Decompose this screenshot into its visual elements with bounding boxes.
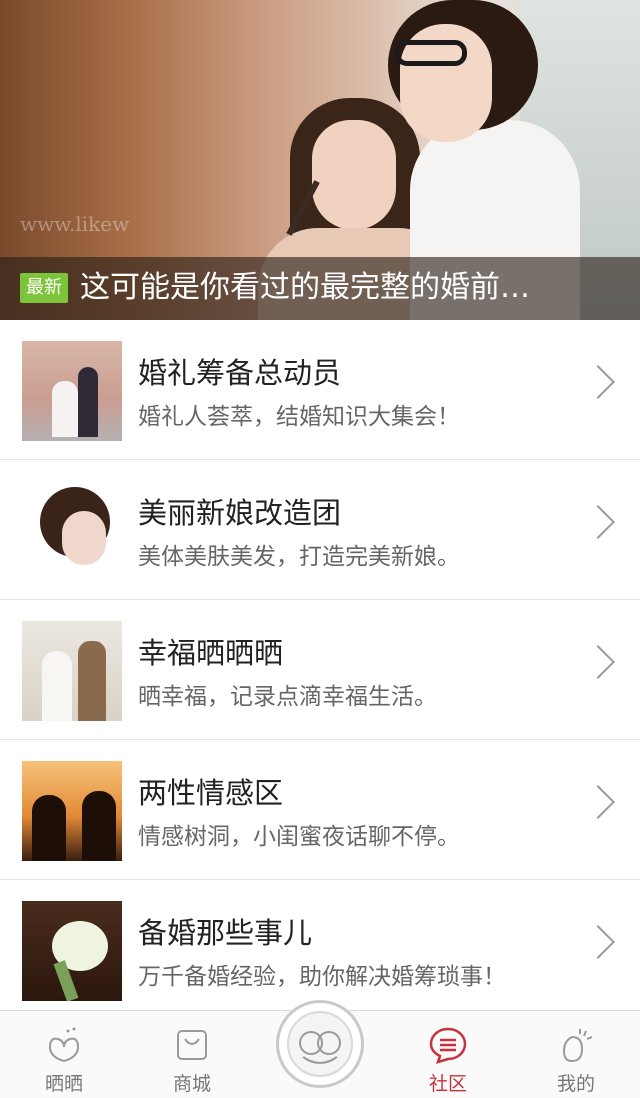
chat-bubble-icon: [429, 1027, 467, 1064]
list-item-desc: 万千备婚经验，助你解决婚筹琐事！: [138, 964, 506, 990]
thumbnail-sunset-couple: [22, 761, 122, 861]
tab-label: 我的: [556, 1073, 595, 1095]
chevron-right-icon: [581, 645, 615, 679]
list-item-wedding-prep[interactable]: 婚礼筹备总动员 婚礼人荟萃，结婚知识大集会！: [0, 320, 640, 460]
tab-label: 社区: [428, 1073, 467, 1095]
hero-banner[interactable]: www.likew 最新 这可能是你看过的最完整的婚前…: [0, 0, 640, 320]
chevron-right-icon: [581, 365, 615, 399]
banner-artist-glasses: [395, 40, 467, 66]
list-item-desc: 情感树洞，小闺蜜夜话聊不停。: [138, 824, 460, 850]
shopping-bag-icon: [177, 1030, 207, 1060]
list-item-title: 两性情感区: [138, 776, 284, 810]
list-item-desc: 婚礼人荟萃，结婚知识大集会！: [138, 404, 460, 430]
tab-community[interactable]: 社区: [384, 1011, 512, 1098]
list-item-bride-makeover[interactable]: 美丽新娘改造团 美体美肤美发，打造完美新娘。: [0, 460, 640, 600]
chevron-right-icon: [581, 925, 615, 959]
banner-bride-face: [312, 120, 396, 230]
list-item-relationships[interactable]: 两性情感区 情感树洞，小闺蜜夜话聊不停。: [0, 740, 640, 880]
center-logo-button[interactable]: [276, 1000, 364, 1088]
thumbnail-wedding-couple: [22, 341, 122, 441]
list-item-title: 备婚那些事儿: [138, 916, 313, 950]
tab-mine[interactable]: 我的: [512, 1011, 640, 1098]
banner-title[interactable]: 这可能是你看过的最完整的婚前…: [80, 266, 620, 310]
chevron-right-icon: [581, 505, 615, 539]
list-item-title: 美丽新娘改造团: [138, 496, 342, 530]
profile-icon: [562, 1029, 593, 1063]
banner-watermark: www.likew: [20, 212, 130, 236]
list-item-title: 幸福晒晒晒: [138, 636, 284, 670]
couple-logo-icon: [287, 1011, 353, 1077]
list-item-desc: 美体美肤美发，打造完美新娘。: [138, 544, 460, 570]
chevron-right-icon: [581, 785, 615, 819]
tab-shaishai[interactable]: 晒晒: [0, 1011, 128, 1098]
tab-label: 晒晒: [44, 1073, 83, 1095]
tab-mall[interactable]: 商城: [128, 1011, 256, 1098]
list-item-desc: 晒幸福，记录点滴幸福生活。: [138, 684, 437, 710]
thumbnail-bouquet: [22, 901, 122, 1001]
list-item-title: 婚礼筹备总动员: [138, 356, 342, 390]
new-badge: 最新: [20, 273, 68, 303]
list-item-happiness-share[interactable]: 幸福晒晒晒 晒幸福，记录点滴幸福生活。: [0, 600, 640, 740]
thumbnail-bride: [22, 481, 122, 581]
thumbnail-couple-portrait: [22, 621, 122, 721]
heart-hands-icon: [48, 1027, 80, 1063]
forum-list: 婚礼筹备总动员 婚礼人荟萃，结婚知识大集会！ 美丽新娘改造团 美体美肤美发，打造…: [0, 320, 640, 1020]
list-item-wedding-matters[interactable]: 备婚那些事儿 万千备婚经验，助你解决婚筹琐事！: [0, 880, 640, 1020]
tab-label: 商城: [172, 1073, 211, 1095]
